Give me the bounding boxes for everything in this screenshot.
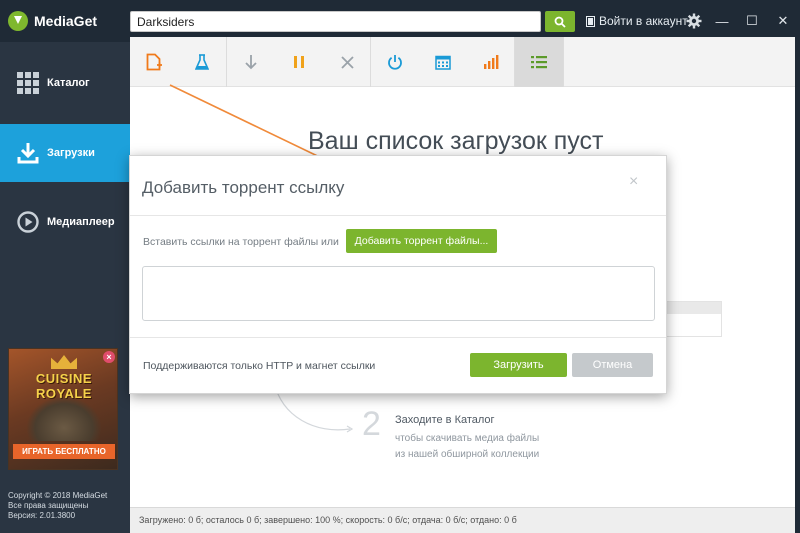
sidebar-item-catalog[interactable]: Каталог [0,55,130,111]
login-door-icon [586,15,595,27]
list-view-button[interactable] [515,37,563,87]
list-icon [531,56,547,69]
bar-chart-icon [484,55,499,69]
copyright: Copyright © 2018 MediaGet Все права защи… [8,491,107,521]
calendar-icon [435,55,451,70]
step-description-line: из нашей обширной коллекции [395,449,540,460]
copyright-line: Copyright © 2018 MediaGet [8,491,108,500]
create-torrent-button[interactable] [178,37,226,87]
login-button[interactable]: Войти в аккаунт [586,14,688,28]
ad-play-button[interactable]: ИГРАТЬ БЕСПЛАТНО [13,444,115,459]
status-bar: Загружено: 0 б; осталось 0 б; завершено:… [130,507,795,533]
version-line: Версия: 2.01.3800 [8,511,76,520]
sidebar-item-label: Медиаплеер [47,216,115,228]
ad-banner[interactable]: × CUISINE ROYALE ИГРАТЬ БЕСПЛАТНО [8,348,118,470]
close-window-button[interactable]: ✕ [768,8,798,34]
search-button[interactable] [545,11,575,32]
step-description-line: чтобы скачивать медиа файлы [395,433,540,444]
empty-list-title: Ваш список загрузок пуст [308,127,604,155]
search-icon [554,16,566,28]
title-bar: MediaGet Войти в аккаунт — ☐ ✕ [0,0,800,42]
rights-line: Все права защищены [8,501,89,510]
crown-icon [51,355,77,369]
scheduler-button[interactable] [419,37,467,87]
paste-links-label: Вставить ссылки на торрент файлы или [143,236,339,248]
app-name: MediaGet [34,13,98,29]
minimize-button[interactable]: — [707,8,737,34]
sidebar: Каталог Загрузки Медиаплеер × CUISINE RO… [0,42,130,533]
dialog-close-button[interactable]: × [629,173,638,191]
pause-icon [294,56,304,68]
play-icon [16,210,40,234]
ad-close-button[interactable]: × [103,351,115,363]
download-icon [16,141,40,165]
login-label: Войти в аккаунт [599,14,688,28]
sidebar-item-mediaplayer[interactable]: Медиаплеер [0,194,130,250]
gear-icon[interactable] [686,13,702,29]
add-torrent-button[interactable] [130,37,178,87]
dialog-header: Добавить торрент ссылку × [130,156,666,216]
remove-button[interactable] [323,37,371,87]
supported-links-note: Поддерживаются только HTTP и магнет ссыл… [143,360,376,372]
add-file-icon [146,53,162,71]
step-description: чтобы скачивать медиа файлы из нашей обш… [395,431,539,463]
load-button[interactable]: Загрузить [470,353,567,377]
pause-button[interactable] [275,37,323,87]
torrent-links-field[interactable] [142,266,655,321]
cancel-button[interactable]: Отмена [572,353,653,377]
shutdown-button[interactable] [371,37,419,87]
dialog-divider [130,337,666,338]
maximize-button[interactable]: ☐ [737,8,767,34]
power-icon [388,55,402,70]
close-icon [340,55,354,69]
search-input[interactable] [130,11,541,32]
mediaget-logo-icon [8,11,28,31]
speed-button[interactable] [467,37,515,87]
sidebar-item-label: Каталог [47,77,90,89]
start-download-button[interactable] [227,37,275,87]
app-logo: MediaGet [8,11,97,31]
grid-icon [16,71,40,95]
dialog-title: Добавить торрент ссылку [142,178,345,197]
add-torrent-link-dialog: Добавить торрент ссылку × Вставить ссылк… [129,155,667,394]
ad-artwork [27,397,101,441]
step-title: Заходите в Каталог [395,414,495,426]
add-torrent-files-button[interactable]: Добавить торрент файлы... [346,229,497,253]
download-arrow-icon [245,55,257,70]
sidebar-item-downloads[interactable]: Загрузки [0,124,130,182]
sidebar-item-label: Загрузки [47,147,95,159]
toolbar-divider [563,37,564,87]
flask-icon [195,53,209,70]
toolbar [130,37,795,87]
step-number: 2 [362,405,381,443]
player-illustration [666,301,722,337]
